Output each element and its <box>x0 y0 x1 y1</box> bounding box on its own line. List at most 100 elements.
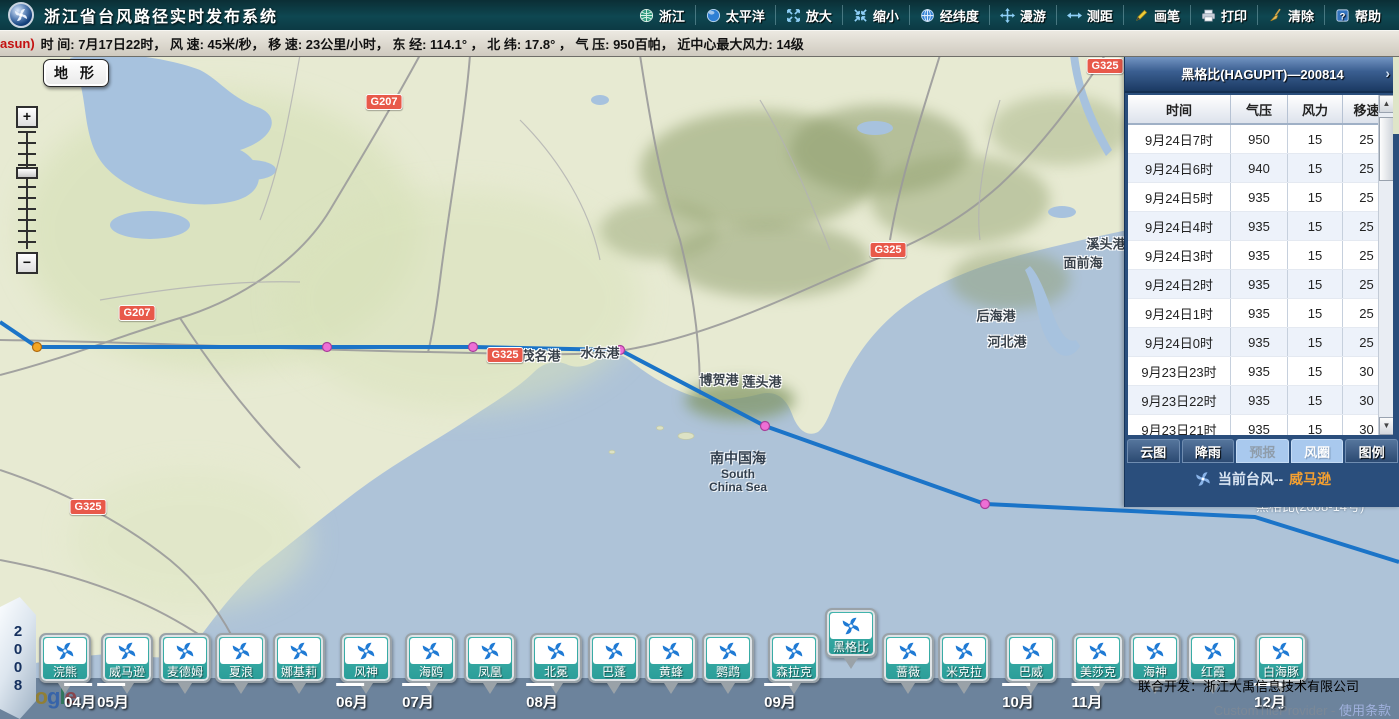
typhoon-marker-name: 米克拉 <box>943 664 985 681</box>
table-cell: 9月24日0时 <box>1128 328 1231 357</box>
info-bar-typhoon-name: asun) <box>0 36 35 51</box>
toolbar-pacific-button[interactable]: 太平洋 <box>695 5 775 25</box>
map-label: 博贺港 <box>699 370 738 389</box>
table-cell: 935 <box>1231 241 1288 270</box>
typhoon-marker-夏浪[interactable]: 夏浪 <box>215 633 267 701</box>
marker-tail <box>607 683 621 701</box>
toolbar-pan-button[interactable]: 漫游 <box>989 5 1056 25</box>
table-row[interactable]: 9月24日5时9351525 <box>1128 183 1391 212</box>
typhoon-marker-name: 浣熊 <box>44 664 86 681</box>
table-cell: 15 <box>1288 124 1343 154</box>
panel-tab-预报[interactable]: 预报 <box>1236 439 1289 463</box>
typhoon-marker-name: 麦德姆 <box>164 664 206 681</box>
table-row[interactable]: 9月24日7时9501525 <box>1128 124 1391 154</box>
typhoon-marker-凤凰[interactable]: 凤凰 <box>464 633 516 701</box>
map-label: 面前海 <box>1063 253 1102 272</box>
zoom-in-button[interactable]: + <box>16 106 38 128</box>
column-header: 时间 <box>1128 95 1231 124</box>
table-row[interactable]: 9月24日6时9401525 <box>1128 154 1391 183</box>
developer-credit: 联合开发：浙江大禹信息技术有限公司 <box>1138 676 1359 695</box>
zoom-out-button[interactable]: − <box>16 252 38 274</box>
table-cell: 9月24日4时 <box>1128 212 1231 241</box>
app-logo-icon <box>8 2 34 28</box>
table-row[interactable]: 9月23日22时9351530 <box>1128 386 1391 415</box>
typhoon-marker-name: 巴蓬 <box>593 664 635 681</box>
typhoon-marker-麦德姆[interactable]: 麦德姆 <box>159 633 211 701</box>
print-icon <box>1201 8 1216 23</box>
typhoon-marker-name: 美莎克 <box>1077 664 1119 681</box>
typhoon-marker-蔷薇[interactable]: 蔷薇 <box>882 633 934 701</box>
toolbar-latlon-button[interactable]: 经纬度 <box>909 5 989 25</box>
typhoon-spinner-icon <box>1194 470 1212 488</box>
track-point[interactable] <box>761 422 770 431</box>
track-point[interactable] <box>33 343 42 352</box>
table-cell: 15 <box>1288 386 1343 415</box>
marker-tail <box>292 683 306 701</box>
typhoon-marker-娜基莉[interactable]: 娜基莉 <box>273 633 325 701</box>
typhoon-pinwheel-icon <box>897 640 919 662</box>
table-cell: 9月24日6时 <box>1128 154 1231 183</box>
toolbar-pen-button[interactable]: 画笔 <box>1123 5 1190 25</box>
month-label-07月: 07月 <box>402 691 434 712</box>
typhoon-pinwheel-icon <box>288 640 310 662</box>
table-row[interactable]: 9月24日4时9351525 <box>1128 212 1391 241</box>
typhoon-marker-巴蓬[interactable]: 巴蓬 <box>588 633 640 701</box>
typhoon-marker-鹦鹉[interactable]: 鹦鹉 <box>702 633 754 701</box>
panel-tab-图例[interactable]: 图例 <box>1345 439 1398 463</box>
table-cell: 15 <box>1288 183 1343 212</box>
track-point[interactable] <box>469 343 478 352</box>
typhoon-marker-黑格比[interactable]: 黑格比 <box>825 608 877 676</box>
typhoon-pinwheel-icon <box>783 640 805 662</box>
toolbar-help-button[interactable]: 帮助 <box>1324 5 1391 25</box>
table-row[interactable]: 9月23日21时9351530 <box>1128 415 1391 436</box>
typhoon-detail-panel: 黑格比(HAGUPIT)—200814 › 时间气压风力移速 9月24日7时95… <box>1124 55 1399 507</box>
column-header: 气压 <box>1231 95 1288 124</box>
ribbon-digit: 2 <box>14 623 22 640</box>
table-row[interactable]: 9月24日0时9351525 <box>1128 328 1391 357</box>
typhoon-pinwheel-icon <box>420 640 442 662</box>
panel-tab-降雨[interactable]: 降雨 <box>1182 439 1235 463</box>
track-point[interactable] <box>323 343 332 352</box>
table-scrollbar[interactable]: ▲ ▼ <box>1378 95 1393 435</box>
scroll-down-arrow-icon[interactable]: ▼ <box>1379 417 1393 435</box>
pen-icon <box>1134 8 1149 23</box>
terrain-button[interactable]: 地 形 <box>43 59 109 87</box>
marker-tail <box>483 683 497 701</box>
typhoon-marker-黄蜂[interactable]: 黄蜂 <box>645 633 697 701</box>
terms-link[interactable]: 使用条款 <box>1339 703 1391 718</box>
marker-tail <box>957 683 971 701</box>
typhoon-marker-name: 海鸥 <box>410 664 452 681</box>
month-label-09月: 09月 <box>764 691 796 712</box>
scrollbar-thumb[interactable] <box>1379 117 1393 181</box>
table-row[interactable]: 9月24日3时9351525 <box>1128 241 1391 270</box>
typhoon-marker-米克拉[interactable]: 米克拉 <box>938 633 990 701</box>
panel-tab-云图[interactable]: 云图 <box>1127 439 1180 463</box>
table-row[interactable]: 9月23日23时9351530 <box>1128 357 1391 386</box>
track-point[interactable] <box>981 500 990 509</box>
panel-collapse-chevron-icon[interactable]: › <box>1385 65 1390 81</box>
toolbar-measure-button[interactable]: 测距 <box>1056 5 1123 25</box>
sea-label: 南中国海 South China Sea <box>709 448 767 494</box>
zoom-slider[interactable] <box>18 131 36 249</box>
road-badge-G325: G325 <box>1087 58 1124 74</box>
road-badge-G325: G325 <box>70 499 107 515</box>
marker-tail <box>664 683 678 701</box>
info-bar-text: 时 间: 7月17日22时， 风 速: 45米/秒， 移 速: 23公里/小时，… <box>41 34 804 53</box>
table-cell: 935 <box>1231 183 1288 212</box>
table-row[interactable]: 9月24日1时9351525 <box>1128 299 1391 328</box>
current-typhoon-name-link[interactable]: 威马逊 <box>1289 469 1331 489</box>
table-cell: 9月24日1时 <box>1128 299 1231 328</box>
toolbar-clear-button[interactable]: 清除 <box>1257 5 1324 25</box>
panel-tab-风圈[interactable]: 风圈 <box>1291 439 1344 463</box>
zoom-in-icon <box>786 8 801 23</box>
table-row[interactable]: 9月24日2时9351525 <box>1128 270 1391 299</box>
zoom-slider-handle[interactable] <box>16 167 38 179</box>
typhoon-marker-name: 巴威 <box>1010 664 1052 681</box>
road-badge-G207: G207 <box>119 305 156 321</box>
scroll-up-arrow-icon[interactable]: ▲ <box>1379 95 1393 113</box>
toolbar-zoom-out-button[interactable]: 缩小 <box>842 5 909 25</box>
table-cell: 935 <box>1231 357 1288 386</box>
toolbar-print-button[interactable]: 打印 <box>1190 5 1257 25</box>
toolbar-zoom-in-button[interactable]: 放大 <box>775 5 842 25</box>
toolbar-globe-zhejiang-button[interactable]: 浙江 <box>629 5 695 25</box>
